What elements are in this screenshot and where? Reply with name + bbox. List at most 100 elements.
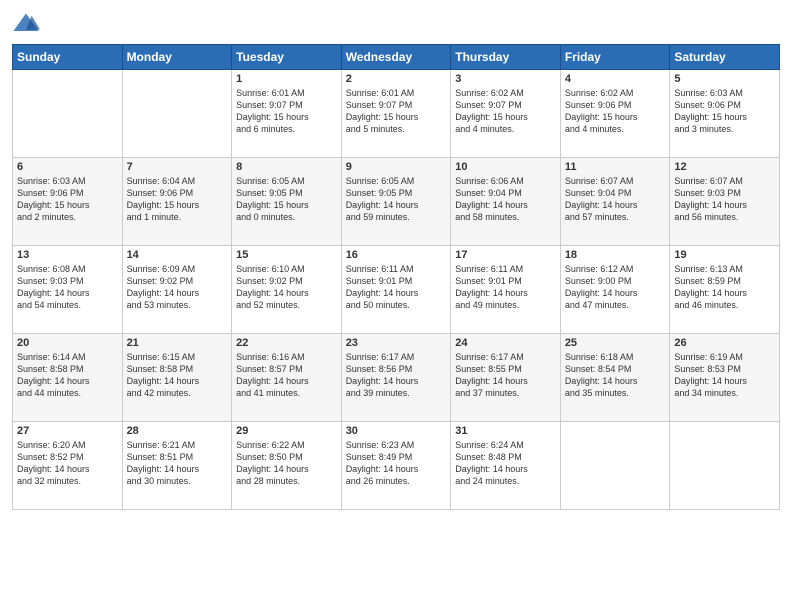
day-number: 4: [565, 73, 666, 85]
day-number: 18: [565, 249, 666, 261]
day-number: 15: [236, 249, 337, 261]
calendar-week-row: 27 Sunrise: 6:20 AM Sunset: 8:52 PM Dayli…: [13, 422, 780, 510]
calendar-container: SundayMondayTuesdayWednesdayThursdayFrid…: [0, 0, 792, 612]
day-number: 22: [236, 337, 337, 349]
weekday-header: Saturday: [670, 45, 780, 70]
logo-icon: [12, 10, 40, 38]
calendar-week-row: 1 Sunrise: 6:01 AM Sunset: 9:07 PM Daylig…: [13, 70, 780, 158]
calendar-cell: 2 Sunrise: 6:01 AM Sunset: 9:07 PM Daylig…: [341, 70, 451, 158]
day-number: 27: [17, 425, 118, 437]
day-detail: Sunrise: 6:24 AM Sunset: 8:48 PM Dayligh…: [455, 439, 556, 488]
calendar-cell: 14 Sunrise: 6:09 AM Sunset: 9:02 PM Dayli…: [122, 246, 232, 334]
day-number: 16: [346, 249, 447, 261]
day-detail: Sunrise: 6:06 AM Sunset: 9:04 PM Dayligh…: [455, 175, 556, 224]
calendar-cell: 21Sunrise: 6:15 AM Sunset: 8:58 PM Dayli…: [122, 334, 232, 422]
calendar-cell: 22 Sunrise: 6:16 AM Sunset: 8:57 PM Dayli…: [232, 334, 342, 422]
calendar-week-row: 13Sunrise: 6:08 AM Sunset: 9:03 PM Dayli…: [13, 246, 780, 334]
header: [12, 10, 780, 38]
day-detail: Sunrise: 6:05 AM Sunset: 9:05 PM Dayligh…: [236, 175, 337, 224]
day-number: 2: [346, 73, 447, 85]
day-number: 3: [455, 73, 556, 85]
calendar-cell: 13Sunrise: 6:08 AM Sunset: 9:03 PM Dayli…: [13, 246, 123, 334]
day-number: 23: [346, 337, 447, 349]
day-detail: Sunrise: 6:18 AM Sunset: 8:54 PM Dayligh…: [565, 351, 666, 400]
day-number: 30: [346, 425, 447, 437]
day-number: 13: [17, 249, 118, 261]
weekday-header: Friday: [560, 45, 670, 70]
day-number: 12: [674, 161, 775, 173]
calendar-cell: 9 Sunrise: 6:05 AM Sunset: 9:05 PM Daylig…: [341, 158, 451, 246]
calendar-cell: 29 Sunrise: 6:22 AM Sunset: 8:50 PM Dayli…: [232, 422, 342, 510]
day-detail: Sunrise: 6:07 AM Sunset: 9:04 PM Dayligh…: [565, 175, 666, 224]
calendar-cell: 30 Sunrise: 6:23 AM Sunset: 8:49 PM Dayli…: [341, 422, 451, 510]
calendar-cell: 31 Sunrise: 6:24 AM Sunset: 8:48 PM Dayli…: [451, 422, 561, 510]
calendar-cell: 7 Sunrise: 6:04 AM Sunset: 9:06 PM Daylig…: [122, 158, 232, 246]
day-detail: Sunrise: 6:12 AM Sunset: 9:00 PM Dayligh…: [565, 263, 666, 312]
weekday-header: Sunday: [13, 45, 123, 70]
day-detail: Sunrise: 6:03 AM Sunset: 9:06 PM Dayligh…: [674, 87, 775, 136]
calendar-cell: 18 Sunrise: 6:12 AM Sunset: 9:00 PM Dayli…: [560, 246, 670, 334]
day-number: 26: [674, 337, 775, 349]
calendar-cell: 24 Sunrise: 6:17 AM Sunset: 8:55 PM Dayli…: [451, 334, 561, 422]
day-detail: Sunrise: 6:17 AM Sunset: 8:55 PM Dayligh…: [455, 351, 556, 400]
day-detail: Sunrise: 6:11 AM Sunset: 9:01 PM Dayligh…: [455, 263, 556, 312]
calendar-cell: 5 Sunrise: 6:03 AM Sunset: 9:06 PM Daylig…: [670, 70, 780, 158]
calendar-table: SundayMondayTuesdayWednesdayThursdayFrid…: [12, 44, 780, 510]
calendar-cell: 3Sunrise: 6:02 AM Sunset: 9:07 PM Daylig…: [451, 70, 561, 158]
day-detail: Sunrise: 6:22 AM Sunset: 8:50 PM Dayligh…: [236, 439, 337, 488]
calendar-cell: 4Sunrise: 6:02 AM Sunset: 9:06 PM Daylig…: [560, 70, 670, 158]
day-number: 29: [236, 425, 337, 437]
day-number: 1: [236, 73, 337, 85]
weekday-header: Wednesday: [341, 45, 451, 70]
day-number: 28: [127, 425, 228, 437]
calendar-cell: 15 Sunrise: 6:10 AM Sunset: 9:02 PM Dayli…: [232, 246, 342, 334]
weekday-header: Tuesday: [232, 45, 342, 70]
logo: [12, 10, 44, 38]
calendar-cell: [560, 422, 670, 510]
day-detail: Sunrise: 6:16 AM Sunset: 8:57 PM Dayligh…: [236, 351, 337, 400]
day-detail: Sunrise: 6:09 AM Sunset: 9:02 PM Dayligh…: [127, 263, 228, 312]
day-detail: Sunrise: 6:17 AM Sunset: 8:56 PM Dayligh…: [346, 351, 447, 400]
day-number: 25: [565, 337, 666, 349]
calendar-cell: 17Sunrise: 6:11 AM Sunset: 9:01 PM Dayli…: [451, 246, 561, 334]
day-detail: Sunrise: 6:11 AM Sunset: 9:01 PM Dayligh…: [346, 263, 447, 312]
day-detail: Sunrise: 6:20 AM Sunset: 8:52 PM Dayligh…: [17, 439, 118, 488]
calendar-cell: [13, 70, 123, 158]
day-number: 10: [455, 161, 556, 173]
calendar-cell: 26 Sunrise: 6:19 AM Sunset: 8:53 PM Dayli…: [670, 334, 780, 422]
day-detail: Sunrise: 6:07 AM Sunset: 9:03 PM Dayligh…: [674, 175, 775, 224]
day-detail: Sunrise: 6:01 AM Sunset: 9:07 PM Dayligh…: [236, 87, 337, 136]
day-number: 5: [674, 73, 775, 85]
day-number: 14: [127, 249, 228, 261]
day-number: 9: [346, 161, 447, 173]
calendar-cell: 28 Sunrise: 6:21 AM Sunset: 8:51 PM Dayli…: [122, 422, 232, 510]
weekday-header: Monday: [122, 45, 232, 70]
day-detail: Sunrise: 6:23 AM Sunset: 8:49 PM Dayligh…: [346, 439, 447, 488]
calendar-cell: 19Sunrise: 6:13 AM Sunset: 8:59 PM Dayli…: [670, 246, 780, 334]
calendar-cell: 20Sunrise: 6:14 AM Sunset: 8:58 PM Dayli…: [13, 334, 123, 422]
calendar-cell: [122, 70, 232, 158]
day-number: 24: [455, 337, 556, 349]
day-detail: Sunrise: 6:01 AM Sunset: 9:07 PM Dayligh…: [346, 87, 447, 136]
calendar-cell: 10 Sunrise: 6:06 AM Sunset: 9:04 PM Dayli…: [451, 158, 561, 246]
calendar-cell: 8Sunrise: 6:05 AM Sunset: 9:05 PM Daylig…: [232, 158, 342, 246]
day-detail: Sunrise: 6:10 AM Sunset: 9:02 PM Dayligh…: [236, 263, 337, 312]
day-number: 20: [17, 337, 118, 349]
day-detail: Sunrise: 6:21 AM Sunset: 8:51 PM Dayligh…: [127, 439, 228, 488]
day-detail: Sunrise: 6:13 AM Sunset: 8:59 PM Dayligh…: [674, 263, 775, 312]
day-detail: Sunrise: 6:19 AM Sunset: 8:53 PM Dayligh…: [674, 351, 775, 400]
calendar-cell: 6Sunrise: 6:03 AM Sunset: 9:06 PM Daylig…: [13, 158, 123, 246]
weekday-header-row: SundayMondayTuesdayWednesdayThursdayFrid…: [13, 45, 780, 70]
calendar-week-row: 6Sunrise: 6:03 AM Sunset: 9:06 PM Daylig…: [13, 158, 780, 246]
day-number: 31: [455, 425, 556, 437]
day-detail: Sunrise: 6:05 AM Sunset: 9:05 PM Dayligh…: [346, 175, 447, 224]
calendar-cell: 16 Sunrise: 6:11 AM Sunset: 9:01 PM Dayli…: [341, 246, 451, 334]
calendar-cell: 11Sunrise: 6:07 AM Sunset: 9:04 PM Dayli…: [560, 158, 670, 246]
day-detail: Sunrise: 6:03 AM Sunset: 9:06 PM Dayligh…: [17, 175, 118, 224]
day-number: 7: [127, 161, 228, 173]
day-detail: Sunrise: 6:04 AM Sunset: 9:06 PM Dayligh…: [127, 175, 228, 224]
calendar-cell: 23 Sunrise: 6:17 AM Sunset: 8:56 PM Dayli…: [341, 334, 451, 422]
calendar-cell: 27 Sunrise: 6:20 AM Sunset: 8:52 PM Dayli…: [13, 422, 123, 510]
calendar-cell: 25 Sunrise: 6:18 AM Sunset: 8:54 PM Dayli…: [560, 334, 670, 422]
weekday-header: Thursday: [451, 45, 561, 70]
